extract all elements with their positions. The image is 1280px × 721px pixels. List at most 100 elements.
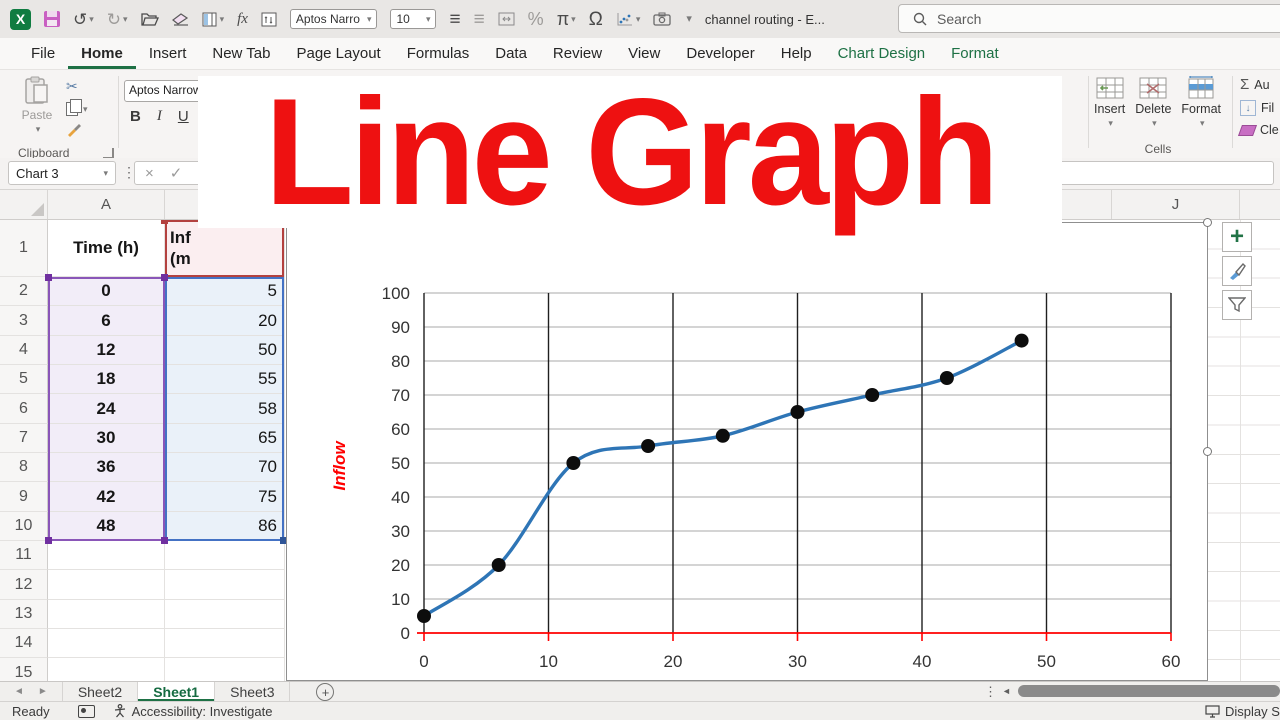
cut-button[interactable]: ✂	[66, 78, 78, 95]
name-box[interactable]: Chart 3 ▾	[8, 161, 116, 185]
bold-button[interactable]: B	[130, 108, 141, 125]
cell-a[interactable]	[48, 541, 165, 571]
sheet-tab-sheet2[interactable]: Sheet2	[63, 682, 139, 701]
tab-home[interactable]: Home	[68, 38, 136, 69]
horizontal-scrollbar[interactable]	[1018, 685, 1280, 697]
format-painter-button[interactable]	[66, 123, 82, 137]
chart-styles-button[interactable]	[1222, 256, 1252, 286]
cell-b[interactable]: 20	[165, 306, 285, 336]
row-header[interactable]: 10	[0, 511, 48, 542]
cell-a[interactable]: 42	[48, 482, 165, 512]
sheet-tab-sheet3[interactable]: Sheet3	[215, 682, 291, 701]
row-header[interactable]: 9	[0, 482, 48, 512]
row-header[interactable]: 6	[0, 394, 48, 424]
cell-a[interactable]	[48, 570, 165, 600]
chart-elements-button[interactable]: +	[1222, 222, 1252, 252]
row-header[interactable]: 12	[0, 570, 48, 600]
cell-b[interactable]	[165, 541, 285, 571]
percent-style-icon[interactable]: %	[528, 10, 544, 28]
delete-cells-button[interactable]: Delete ▾	[1135, 76, 1171, 129]
cell-b[interactable]	[165, 629, 285, 659]
cell-b[interactable]: 50	[165, 335, 285, 366]
underline-button[interactable]: U	[178, 108, 189, 125]
clipboard-dialog-launcher-icon[interactable]	[103, 147, 115, 159]
insert-cells-button[interactable]: Insert ▾	[1094, 76, 1125, 129]
row-header[interactable]: 2	[0, 277, 48, 307]
align-left-icon[interactable]: ≡	[449, 10, 460, 29]
cell-b[interactable]: 58	[165, 394, 285, 424]
cell-b[interactable]	[165, 658, 285, 681]
column-header-a[interactable]: A	[48, 190, 165, 219]
enter-icon[interactable]: ✓	[170, 164, 183, 182]
equation-icon[interactable]: π ▾	[557, 10, 576, 28]
tab-insert[interactable]: Insert	[136, 38, 200, 69]
macro-record-icon[interactable]	[77, 704, 95, 718]
tab-new-tab[interactable]: New Tab	[199, 38, 283, 69]
display-settings-button[interactable]: Display Settings	[1205, 702, 1280, 721]
autosum-button[interactable]: Σ Au	[1240, 76, 1279, 93]
cell-b[interactable]	[165, 599, 285, 630]
tab-format[interactable]: Format	[938, 38, 1012, 69]
excel-logo-icon[interactable]: X	[10, 8, 31, 30]
paste-button[interactable]: Paste ▾	[12, 76, 62, 142]
tab-chart-design[interactable]: Chart Design	[825, 38, 939, 69]
next-sheet-icon[interactable]: ►	[38, 686, 48, 697]
row-header[interactable]: 8	[0, 453, 48, 483]
format-cells-button[interactable]: Format ▾	[1181, 76, 1221, 129]
row-header[interactable]: 1	[0, 220, 48, 277]
qat-font-name-select[interactable]: Aptos Narro ▾	[289, 9, 378, 29]
cell-a[interactable]	[48, 658, 165, 681]
tab-developer[interactable]: Developer	[673, 38, 767, 69]
cancel-icon[interactable]: ×	[145, 165, 154, 182]
tab-page-layout[interactable]: Page Layout	[283, 38, 393, 69]
undo-icon[interactable]: ↺ ▾	[73, 11, 94, 28]
tab-help[interactable]: Help	[768, 38, 825, 69]
column-header-k[interactable]	[1240, 190, 1280, 219]
row-header[interactable]: 5	[0, 365, 48, 395]
merge-cells-icon[interactable]	[498, 12, 515, 26]
open-folder-icon[interactable]	[140, 12, 159, 26]
camera-icon[interactable]	[653, 12, 672, 26]
sheet-tab-sheet1[interactable]: Sheet1	[138, 682, 216, 701]
column-header-i[interactable]	[1062, 190, 1112, 219]
insert-table-column-icon[interactable]: ▾	[202, 12, 224, 27]
row-header[interactable]: 3	[0, 306, 48, 336]
row-header[interactable]: 11	[0, 541, 48, 571]
row-header[interactable]: 4	[0, 335, 48, 366]
add-sheet-button[interactable]: +	[316, 683, 335, 701]
redo-icon[interactable]: ↻ ▾	[107, 11, 128, 28]
tab-file[interactable]: File	[18, 38, 68, 69]
cell-a[interactable]: 0	[48, 277, 165, 307]
cell-b[interactable]: 55	[165, 365, 285, 395]
chart-object[interactable]: 0 10 20 30 40 50 60 70 80 90 100 0 10 20 30 40 50 60 Inflo…	[286, 222, 1208, 681]
sort-dialog-icon[interactable]	[261, 12, 277, 27]
scroll-left-icon[interactable]: ◄	[1002, 686, 1011, 696]
clear-button[interactable]: Cle	[1237, 123, 1279, 137]
tab-data[interactable]: Data	[482, 38, 540, 69]
font-name-select[interactable]: Aptos Narrow	[124, 80, 202, 102]
column-header-j[interactable]: J	[1112, 190, 1240, 219]
eraser-icon[interactable]	[171, 12, 189, 26]
cell-a[interactable]: 48	[48, 511, 165, 542]
copy-button[interactable]: ▾	[66, 99, 88, 116]
cell-a[interactable]: 24	[48, 394, 165, 424]
tab-formulas[interactable]: Formulas	[394, 38, 483, 69]
row-header[interactable]: 14	[0, 629, 48, 659]
cell-b[interactable]	[165, 570, 285, 600]
qat-font-size-select[interactable]: 10 ▾	[390, 9, 437, 29]
cell-b[interactable]: 65	[165, 423, 285, 454]
tab-view[interactable]: View	[615, 38, 673, 69]
cell-b[interactable]: 70	[165, 453, 285, 483]
row-header[interactable]: 7	[0, 423, 48, 454]
row-header[interactable]: 13	[0, 599, 48, 630]
save-icon[interactable]	[44, 11, 60, 27]
cell-a[interactable]: 30	[48, 423, 165, 454]
tab-review[interactable]: Review	[540, 38, 615, 69]
cell-b[interactable]: 75	[165, 482, 285, 512]
symbol-icon[interactable]: Ω	[589, 10, 603, 29]
chart-resize-handle[interactable]	[1203, 218, 1212, 227]
cell-b[interactable]: 5	[165, 277, 285, 307]
select-all-corner[interactable]	[0, 190, 48, 219]
cell-a[interactable]	[48, 599, 165, 630]
cell-a[interactable]: 18	[48, 365, 165, 395]
